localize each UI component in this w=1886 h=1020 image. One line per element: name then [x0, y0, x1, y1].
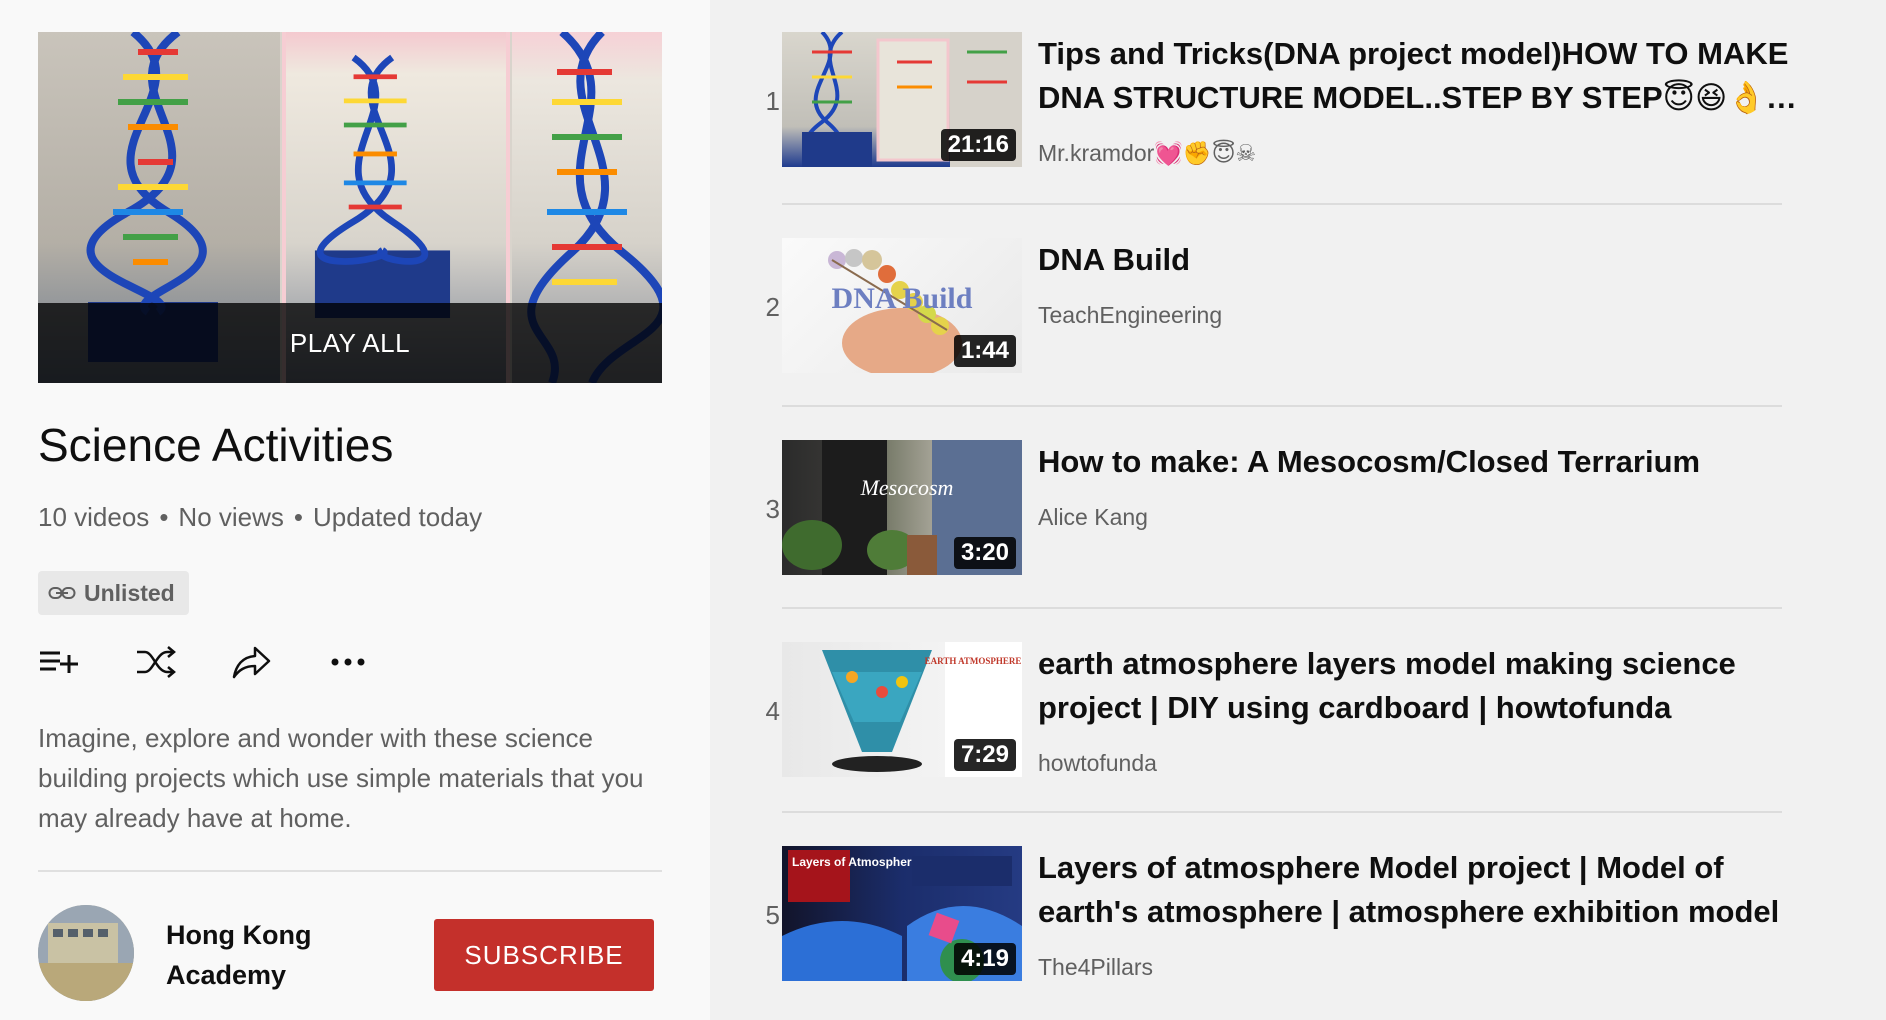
- playlist-sidebar: PLAY ALL Science Activities 10 videos • …: [0, 0, 710, 1020]
- video-title[interactable]: Tips and Tricks(DNA project model)HOW TO…: [1038, 32, 1818, 120]
- video-channel[interactable]: The4Pillars: [1038, 954, 1153, 981]
- video-duration: 3:20: [953, 537, 1016, 569]
- shuffle-icon: [137, 646, 176, 678]
- playlist-description: Imagine, explore and wonder with these s…: [38, 723, 644, 833]
- playlist-title: Science Activities: [38, 419, 394, 471]
- video-channel[interactable]: Alice Kang: [1038, 504, 1148, 531]
- meta-separator: •: [293, 502, 304, 532]
- updated-date: Updated today: [313, 502, 483, 532]
- video-thumbnail[interactable]: DNA Build 1:44: [782, 238, 1022, 373]
- video-index: 4: [765, 696, 780, 726]
- add-to-queue-button[interactable]: [38, 640, 82, 684]
- video-duration: 21:16: [940, 129, 1016, 161]
- playlist-actions: [38, 640, 370, 684]
- link-icon: [48, 587, 76, 599]
- video-title[interactable]: DNA Build: [1038, 238, 1818, 282]
- view-count: No views: [178, 502, 284, 532]
- video-index: 1: [765, 86, 780, 116]
- privacy-label: Unlisted: [84, 579, 175, 606]
- video-row[interactable]: 2 DNA Build 1:44 DNA Build TeachEngineer…: [710, 238, 1886, 428]
- video-channel[interactable]: TeachEngineering: [1038, 302, 1222, 329]
- video-duration: 7:29: [953, 739, 1016, 771]
- channel-name[interactable]: Hong Kong Academy: [166, 915, 366, 995]
- playlist-stats: 10 videos • No views • Updated today: [38, 502, 482, 533]
- subscribe-button[interactable]: SUBSCRIBE: [434, 919, 654, 991]
- video-index: 2: [765, 292, 780, 322]
- video-row[interactable]: 5 Layers of Atmosphere 4:19 Layers of at…: [710, 846, 1886, 1020]
- privacy-badge: Unlisted: [38, 571, 189, 615]
- sidebar-divider: [38, 870, 662, 872]
- video-thumbnail[interactable]: EARTH ATMOSPHERE LAYERS 7:29: [782, 642, 1022, 777]
- playlist-hero-thumbnail[interactable]: PLAY ALL: [38, 32, 662, 383]
- video-index: 5: [765, 900, 780, 930]
- meta-separator: •: [159, 502, 169, 532]
- video-thumbnail[interactable]: Mesocosm 3:20: [782, 440, 1022, 575]
- thumbnail-text: Layers of Atmosphere: [792, 855, 919, 869]
- thumbnail-text: EARTH ATMOSPHERE LAYERS: [925, 656, 1022, 666]
- add-to-queue-icon: [40, 651, 78, 673]
- video-count: 10 videos: [38, 502, 150, 532]
- shuffle-button[interactable]: [134, 640, 178, 684]
- row-divider: [782, 405, 1782, 407]
- video-title[interactable]: How to make: A Mesocosm/Closed Terrarium: [1038, 440, 1818, 484]
- playlist-video-list: 1 21:16 Tips and Tricks(DNA project mode…: [710, 0, 1886, 1020]
- video-channel[interactable]: Mr.kramdor💓✊😇☠: [1038, 140, 1256, 167]
- video-duration: 1:44: [953, 335, 1016, 367]
- avatar-image: [38, 905, 134, 1001]
- video-title[interactable]: Layers of atmosphere Model project | Mod…: [1038, 846, 1818, 934]
- page: PLAY ALL Science Activities 10 videos • …: [0, 0, 1886, 1020]
- thumbnail-text: Mesocosm: [860, 475, 954, 500]
- row-divider: [782, 203, 1782, 205]
- video-thumbnail[interactable]: Layers of Atmosphere 4:19: [782, 846, 1022, 981]
- video-row[interactable]: 4 EARTH ATMOSPHERE LAYERS 7:29 earth atm…: [710, 642, 1886, 832]
- play-all-button[interactable]: PLAY ALL: [38, 303, 662, 383]
- video-title[interactable]: earth atmosphere layers model making sci…: [1038, 642, 1818, 730]
- channel-avatar[interactable]: [38, 905, 134, 1001]
- video-duration: 4:19: [953, 943, 1016, 975]
- video-thumbnail[interactable]: 21:16: [782, 32, 1022, 167]
- video-row[interactable]: 1 21:16 Tips and Tricks(DNA project mode…: [710, 32, 1886, 222]
- more-actions-button[interactable]: [326, 640, 370, 684]
- more-icon: [331, 658, 365, 666]
- video-row[interactable]: 3 Mesocosm 3:20 How to make: A Mesocosm/…: [710, 440, 1886, 630]
- share-button[interactable]: [230, 640, 274, 684]
- share-icon: [232, 646, 271, 679]
- video-index: 3: [765, 494, 780, 524]
- play-all-label: PLAY ALL: [289, 327, 411, 358]
- row-divider: [782, 811, 1782, 813]
- thumbnail-text: DNA Build: [832, 282, 973, 315]
- row-divider: [782, 607, 1782, 609]
- video-channel[interactable]: howtofunda: [1038, 750, 1157, 777]
